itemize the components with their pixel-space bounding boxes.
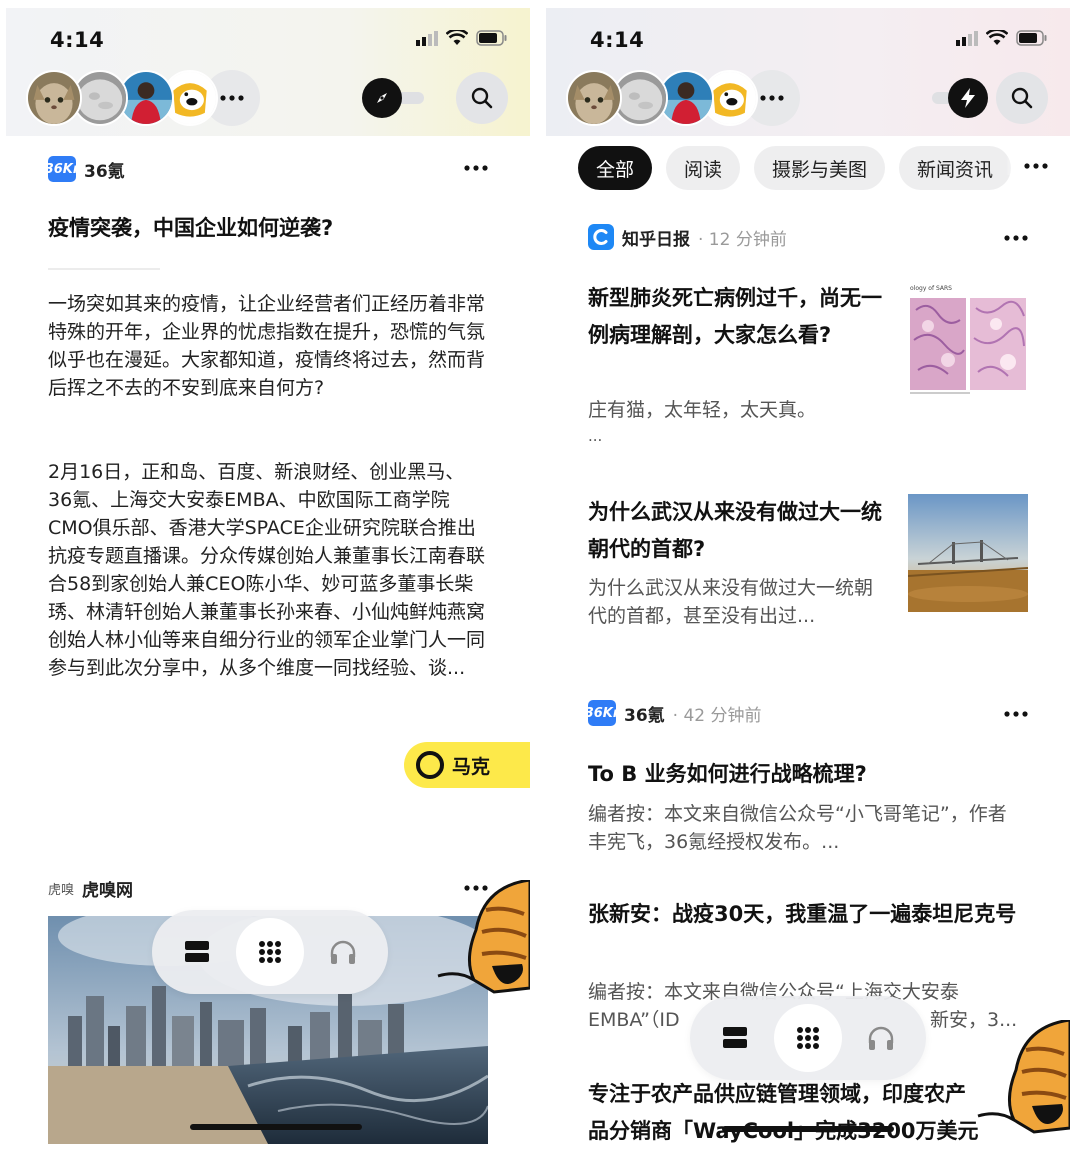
search-icon: [471, 87, 493, 109]
more-icon: [1024, 163, 1048, 169]
article-source[interactable]: 36Kr 36氪: [45, 156, 125, 182]
card-view-button[interactable]: [163, 918, 231, 986]
compass-icon: [362, 78, 402, 118]
wifi-icon: [986, 30, 1008, 45]
tab-news[interactable]: 新闻资讯: [899, 146, 1012, 190]
left-screen: 4:14 36Kr 36氪 疫情突袭，中国企业如何逆袭? 一场突如其来的疫情，让…: [6, 0, 530, 1156]
feed-summary: EMBA”（ID: [588, 1009, 680, 1031]
card-view-icon: [184, 941, 209, 962]
grid-view-button[interactable]: [235, 918, 304, 986]
battery-icon: [476, 30, 507, 46]
source-name: 36氪: [624, 705, 665, 726]
more-icon: [220, 95, 244, 101]
top-header: 4:14: [546, 8, 1070, 136]
marker-button[interactable]: 马克: [404, 742, 530, 788]
explore-toggle[interactable]: [362, 78, 428, 118]
avatar-cat[interactable]: [26, 70, 82, 126]
home-indicator: [190, 1124, 362, 1130]
feed-source[interactable]: 知乎日报 · 12 分钟前: [588, 224, 787, 250]
search-button[interactable]: [996, 72, 1048, 124]
status-time: 4:14: [590, 28, 645, 52]
headphones-icon: [869, 1026, 894, 1050]
feed-summary: 庄有猫，太年轻，太天真。: [588, 399, 817, 421]
grid-view-icon: [258, 941, 281, 963]
more-icon: [464, 165, 488, 171]
headphones-icon: [331, 940, 356, 964]
more-icon: [1004, 235, 1028, 241]
feed-thumbnail[interactable]: ology of SARS: [908, 280, 1028, 398]
second-article-source[interactable]: 虎嗅 虎嗅网: [48, 876, 133, 901]
feed-thumbnail[interactable]: [908, 494, 1028, 612]
feed-summary: 为什么武汉从来没有做过大一统朝代的首都，甚至没有出过...: [588, 577, 874, 627]
more-icon: [1004, 711, 1028, 717]
more-icon: [760, 95, 784, 101]
status-icons: [956, 30, 1048, 46]
tabs-more-button[interactable]: [1006, 150, 1048, 175]
article-more-button[interactable]: [464, 152, 488, 177]
source-time: · 12 分钟前: [698, 229, 787, 250]
tab-all[interactable]: 全部: [578, 146, 653, 190]
audio-view-button[interactable]: [847, 1004, 915, 1072]
search-button[interactable]: [456, 72, 508, 124]
avatar-cat[interactable]: [566, 70, 622, 126]
feed-title[interactable]: 为什么武汉从来没有做过大一统朝代的首都?: [588, 494, 888, 568]
card-view-icon: [722, 1027, 747, 1048]
feed-summary-extra: ...: [588, 427, 603, 445]
signal-icon: [956, 31, 978, 46]
mascot-illustration: [977, 1020, 1070, 1134]
feed-title[interactable]: 张新安：战疫30天，我重温了一遍泰坦尼克号: [588, 896, 1028, 933]
36kr-logo: 36Kr: [45, 156, 79, 182]
wifi-icon: [446, 30, 468, 45]
marker-label: 马克: [452, 755, 491, 778]
article-paragraph-2: 2月16日，正和岛、百度、新浪财经、创业黑马、36氪、上海交大安泰EMBA、中欧…: [48, 461, 486, 679]
top-header: 4:14: [6, 8, 530, 136]
feed-title[interactable]: 专注于农产品供应链管理领域，印度农产: [588, 1076, 966, 1113]
subscribed-avatars: [26, 70, 266, 126]
source-name: 虎嗅网: [82, 881, 134, 901]
feed-summary: 编者按：本文来自微信公众号“小飞哥笔记”，作者丰宪飞，36氪经授权发布。...: [588, 803, 1007, 853]
search-icon: [1011, 87, 1033, 109]
feed-more-button[interactable]: [1004, 222, 1028, 247]
36kr-logo: 36Kr: [585, 700, 619, 726]
status-time: 4:14: [50, 28, 105, 52]
feed-more-button[interactable]: [1004, 698, 1028, 723]
source-name: 知乎日报: [622, 229, 690, 250]
quick-toggle[interactable]: [926, 78, 992, 118]
source-time: · 42 分钟前: [672, 705, 762, 726]
thumb-caption: ology of SARS: [910, 285, 952, 292]
feed-title[interactable]: 新型肺炎死亡病例过千，尚无一例病理解剖，大家怎么看?: [588, 280, 888, 354]
card-view-button[interactable]: [701, 1004, 769, 1072]
lightning-icon: [948, 78, 988, 118]
signal-icon: [416, 31, 438, 46]
article-paragraph-1: 一场突如其来的疫情，让企业经营者们正经历着非常特殊的开年，企业界的忧虑指数在提升…: [48, 293, 486, 399]
article-title[interactable]: 疫情突袭，中国企业如何逆袭?: [48, 212, 333, 242]
view-mode-switcher: [152, 910, 388, 994]
view-mode-switcher: [690, 996, 926, 1080]
category-tabs: 全部 阅读 摄影与美图 新闻资讯: [578, 146, 1012, 190]
subscribed-avatars: [566, 70, 806, 126]
home-indicator: [722, 1126, 894, 1132]
source-name: 36氪: [84, 161, 125, 182]
grid-view-button[interactable]: [773, 1004, 842, 1072]
huxiu-logo: 虎嗅: [48, 883, 75, 898]
status-icons: [416, 30, 508, 46]
divider: [48, 268, 160, 270]
tab-photography[interactable]: 摄影与美图: [754, 146, 886, 190]
zhihu-daily-logo: [588, 224, 614, 250]
feed-source[interactable]: 36Kr 36氪 · 42 分钟前: [585, 700, 762, 726]
tab-reading[interactable]: 阅读: [666, 146, 741, 190]
marker-ring-icon: [416, 751, 444, 779]
right-screen: 4:14 全部 阅读 摄影与美图 新闻资讯 知乎日报 · 12 分钟前 新型肺炎…: [546, 0, 1070, 1156]
feed-title[interactable]: To B 业务如何进行战略梳理?: [588, 756, 1028, 793]
mascot-illustration: [437, 880, 530, 994]
audio-view-button[interactable]: [309, 918, 377, 986]
battery-icon: [1016, 30, 1047, 46]
grid-view-icon: [796, 1027, 819, 1049]
